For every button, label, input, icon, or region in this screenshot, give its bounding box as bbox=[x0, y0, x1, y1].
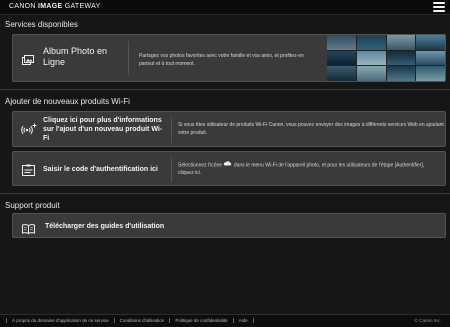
enter-authentication-code-card[interactable]: Saisir le code d'authentification ici Sé… bbox=[12, 151, 446, 186]
enter-authentication-code-label: Saisir le code d'authentification ici bbox=[43, 166, 158, 173]
section-separator bbox=[0, 193, 450, 194]
footer-link-privacy-policy[interactable]: Politique de confidentialité bbox=[169, 318, 232, 323]
brand-text-canon: CANON bbox=[9, 3, 39, 10]
photo-album-icon bbox=[22, 53, 34, 71]
auth-description-start: Sélectionnez l'icône bbox=[178, 162, 223, 169]
footer-link-service-scope[interactable]: À propos du domaine d'application de ce … bbox=[6, 318, 114, 323]
sample-photos-collage bbox=[327, 35, 445, 81]
footer-links: À propos du domaine d'application de ce … bbox=[6, 318, 254, 323]
copyright-text: © Canon Inc. bbox=[414, 318, 441, 323]
footer-link-help[interactable]: Aide bbox=[232, 318, 254, 323]
add-wifi-product-info-description: Si vous êtes utilisateur de produits Wi-… bbox=[178, 122, 444, 136]
top-bar: CANON IMAGE GATEWAY bbox=[0, 0, 450, 15]
online-photo-album-card[interactable]: Album Photo en Ligne Partagez vos photos… bbox=[12, 34, 446, 82]
add-wifi-product-info-card[interactable]: Cliquez ici pour plus d'informations sur… bbox=[12, 111, 446, 147]
brand-text-image: IMAGE bbox=[38, 3, 63, 10]
enter-authentication-code-description: Sélectionnez l'icône dans le menu Wi-Fi … bbox=[178, 161, 440, 178]
download-user-guides-card[interactable]: Télécharger des guides d'utilisation bbox=[12, 213, 446, 238]
open-book-icon bbox=[22, 221, 35, 239]
section-title-services: Services disponibles bbox=[5, 20, 78, 29]
section-title-wifi: Ajouter de nouveaux produits Wi-Fi bbox=[5, 97, 130, 106]
online-photo-album-label: Album Photo en Ligne bbox=[43, 46, 108, 67]
card-divider bbox=[171, 117, 172, 143]
cloud-icon bbox=[223, 161, 232, 170]
footer: À propos du domaine d'application de ce … bbox=[0, 314, 450, 327]
brand-text-gateway: GATEWAY bbox=[62, 3, 101, 10]
footer-link-terms-of-use[interactable]: Conditions d'utilisation bbox=[113, 318, 170, 323]
card-divider bbox=[128, 41, 129, 75]
id-card-icon bbox=[22, 163, 35, 181]
card-divider bbox=[171, 157, 172, 182]
hamburger-menu-icon[interactable] bbox=[433, 2, 445, 12]
online-photo-album-description: Partagez vos photos favorites avec votre… bbox=[139, 53, 304, 67]
download-user-guides-label: Télécharger des guides d'utilisation bbox=[45, 223, 165, 230]
section-separator bbox=[0, 89, 450, 90]
section-title-support: Support produit bbox=[5, 201, 60, 210]
brand-logo[interactable]: CANON IMAGE GATEWAY bbox=[9, 3, 101, 10]
add-wifi-product-info-label: Cliquez ici pour plus d'informations sur… bbox=[43, 117, 163, 142]
wifi-plus-icon bbox=[21, 123, 38, 141]
